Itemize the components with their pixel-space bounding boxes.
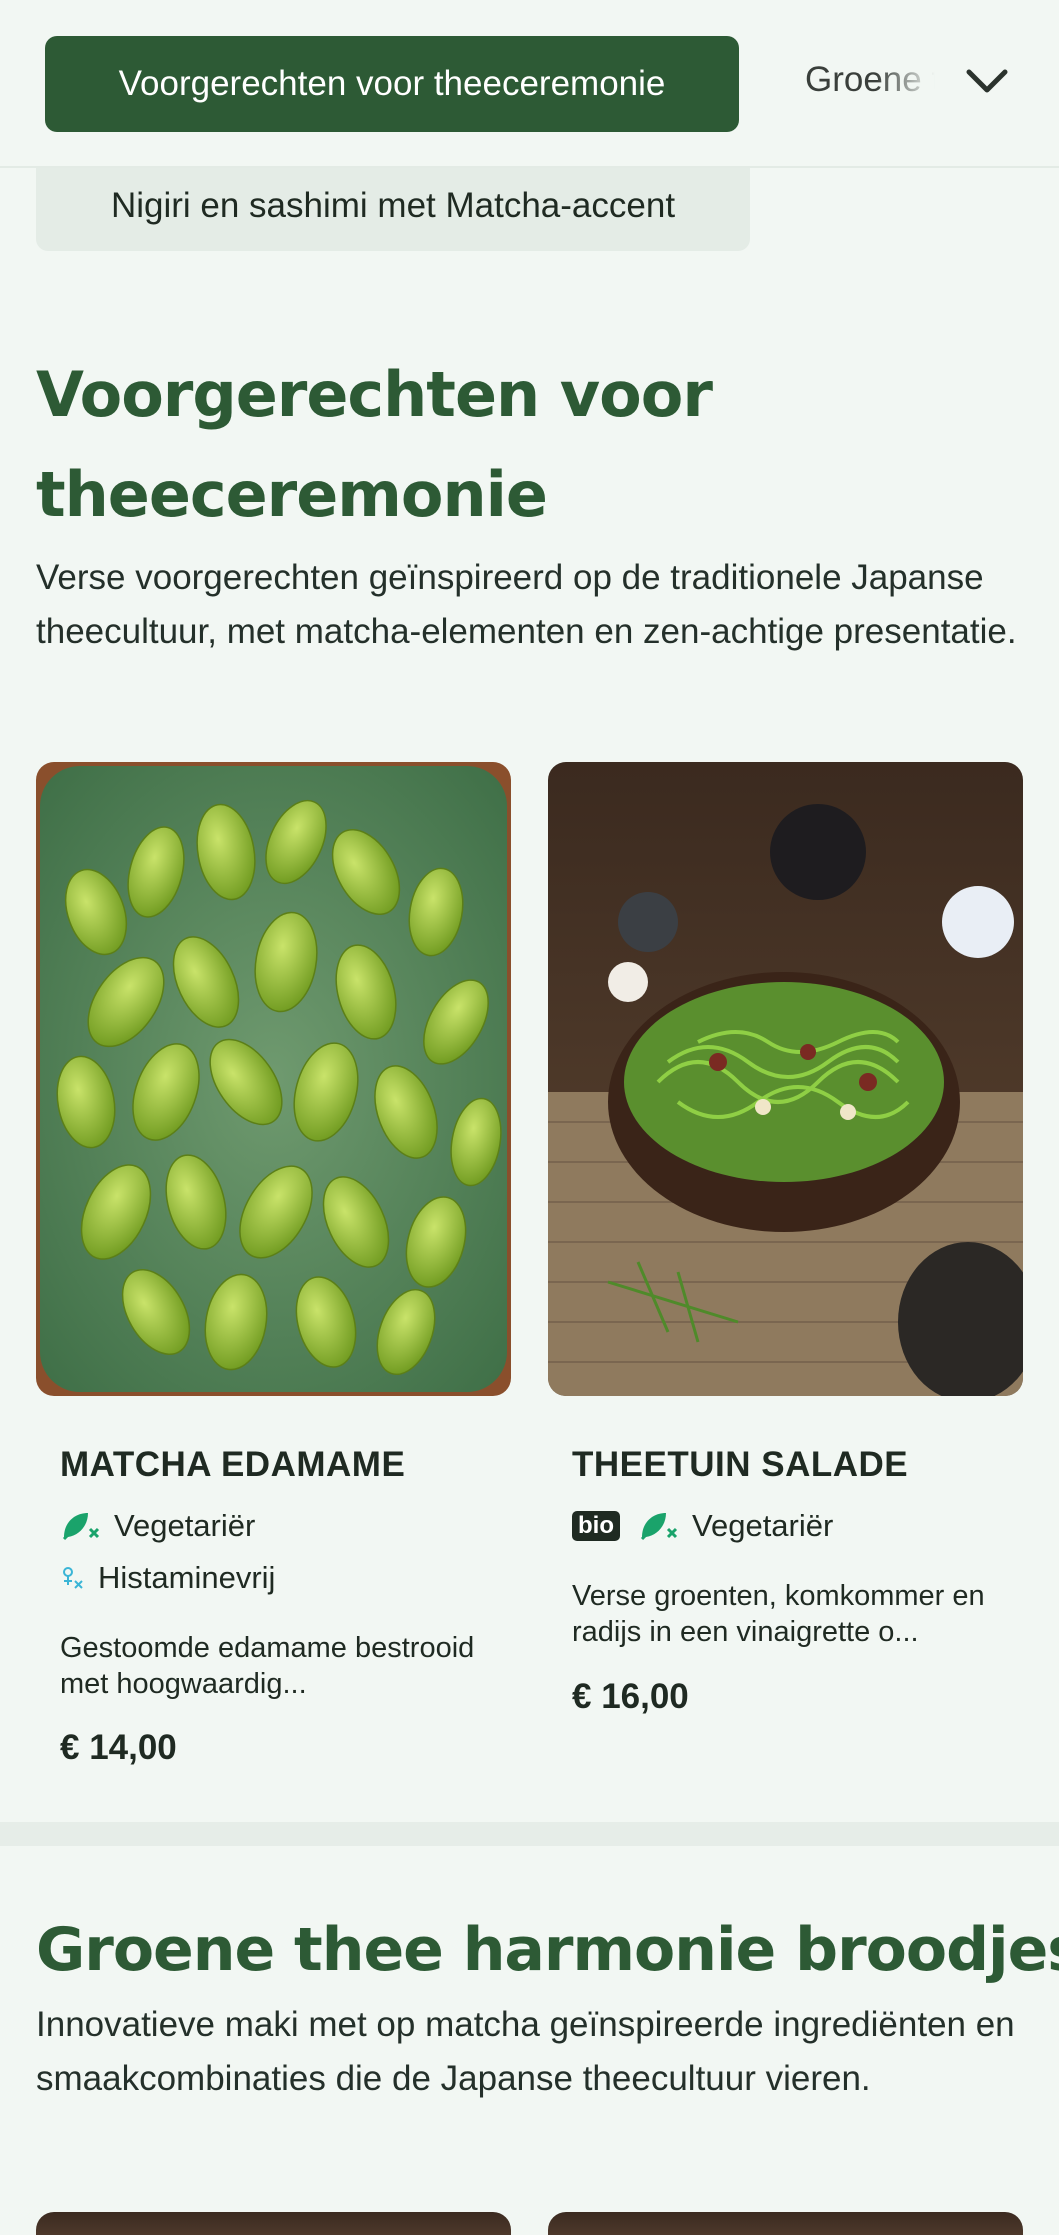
dish-name[interactable]: THEETUIN SALADE (572, 1445, 908, 1485)
dish-image-theetuin-salade[interactable] (548, 762, 1023, 1396)
dish-image[interactable] (548, 2212, 1023, 2235)
section-divider (0, 1822, 1059, 1846)
tag-label: Vegetariër (692, 1508, 834, 1543)
tag-label: Vegetariër (114, 1508, 256, 1543)
leaf-no-meat-icon (640, 1513, 678, 1541)
category-tab-active[interactable]: Voorgerechten voor theeceremonie (45, 36, 739, 132)
chevron-down-icon[interactable] (964, 62, 1010, 102)
section-title: Voorgerechten voor theeceremonie (36, 358, 713, 531)
category-tab-next[interactable]: Groene thee harmonie broodjes (805, 60, 935, 100)
leaf-no-meat-icon (62, 1513, 100, 1541)
dish-image-matcha-edamame[interactable] (36, 762, 511, 1396)
bio-badge: bio (572, 1511, 620, 1541)
dish-description: Gestoomde edamame bestrooid met hoogwaar… (60, 1632, 475, 1700)
dietary-tag-histamine-free: Histaminevrij (60, 1560, 275, 1596)
dish-image[interactable] (36, 2212, 511, 2235)
tag-label: Histaminevrij (98, 1560, 276, 1595)
dish-name[interactable]: MATCHA EDAMAME (60, 1445, 405, 1485)
histamine-free-icon (63, 1567, 83, 1589)
category-nav-bar: Voorgerechten voor theeceremonie Groene … (0, 0, 1059, 168)
category-tab-previous[interactable]: Nigiri en sashimi met Matcha-accent (36, 160, 750, 251)
dietary-tag-vegetarian: Vegetariër (60, 1508, 255, 1544)
section-description: Verse voorgerechten geïnspireerd op de t… (36, 558, 1017, 651)
section-title: Groene thee harmonie broodjes (36, 1915, 1059, 1985)
section-description: Innovatieve maki met op matcha geïnspire… (36, 2005, 1015, 2098)
dish-price: € 14,00 (60, 1728, 177, 1767)
dietary-tag-vegetarian: bio Vegetariër (572, 1508, 833, 1544)
dish-description: Verse groenten, komkommer en radijs in e… (572, 1580, 985, 1648)
dish-price: € 16,00 (572, 1677, 689, 1716)
